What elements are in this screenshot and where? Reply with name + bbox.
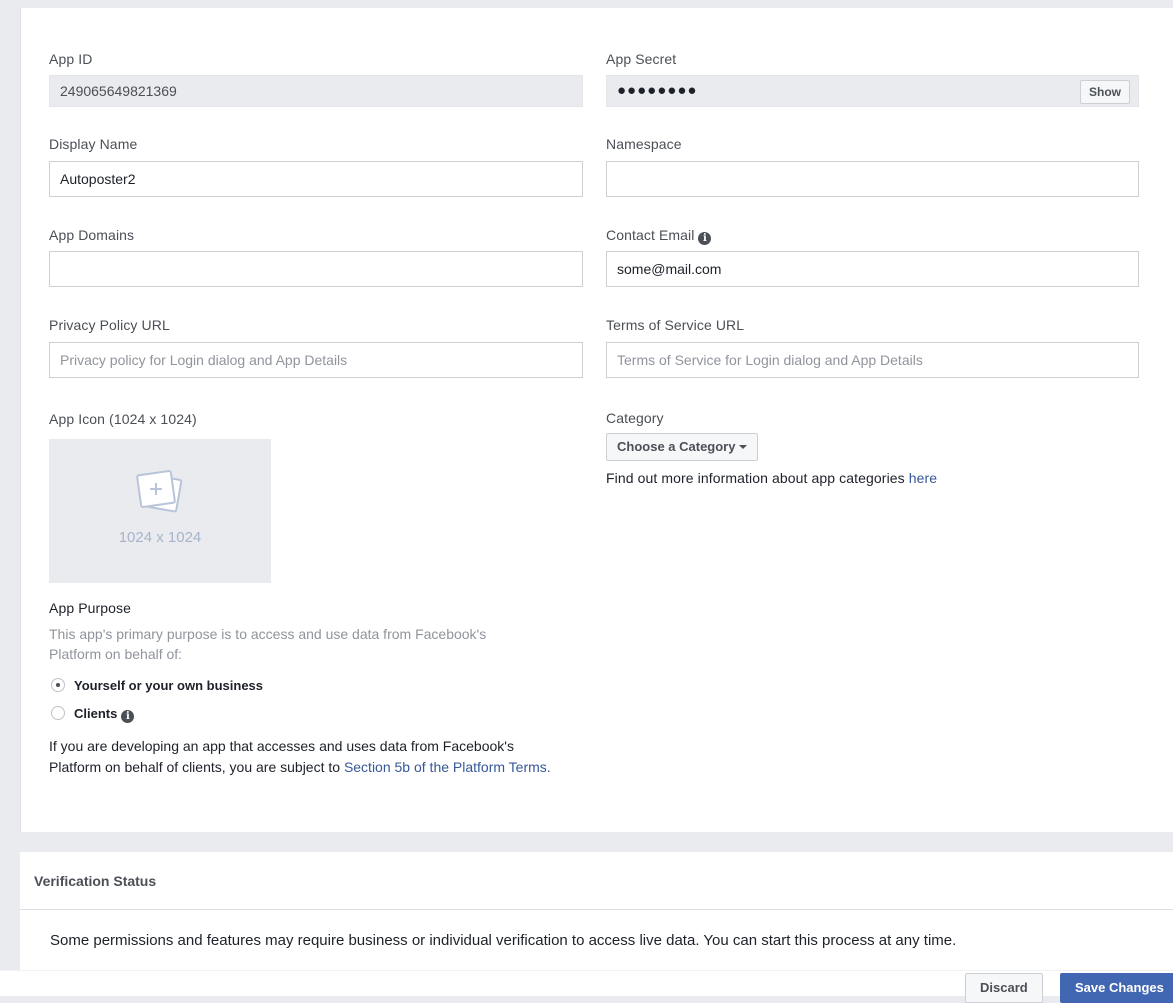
app-domains-input[interactable] (49, 251, 583, 287)
info-icon[interactable]: i (121, 710, 135, 723)
category-label: Category (606, 410, 664, 426)
caret-down-icon (739, 445, 748, 449)
app-secret-masked-value: ●●●●●●●● (617, 82, 698, 99)
category-info-text: Find out more information about app cate… (606, 470, 909, 486)
app-icon-label: App Icon (1024 x 1024) (49, 411, 197, 427)
image-add-icon (136, 470, 183, 513)
info-icon[interactable]: i (698, 232, 712, 245)
discard-button[interactable]: Discard (965, 973, 1043, 1003)
contact-email-label: Contact Email i (606, 227, 712, 245)
app-icon-size-text: 1024 x 1024 (118, 529, 202, 546)
top-strip (0, 0, 1173, 8)
show-secret-button[interactable]: Show (1080, 80, 1130, 104)
platform-terms-link[interactable]: Section 5b of the Platform Terms. (344, 759, 551, 775)
app-secret-label: App Secret (606, 51, 677, 67)
category-info-link[interactable]: here (909, 470, 937, 486)
display-name-input[interactable]: Autoposter2 (49, 161, 583, 197)
platform-terms-text: If you are developing an app that access… (49, 736, 569, 778)
app-domains-label: App Domains (49, 227, 135, 243)
save-changes-button[interactable]: Save Changes (1060, 973, 1173, 1003)
terms-of-service-url-label: Terms of Service URL (606, 317, 745, 333)
app-icon-upload[interactable]: 1024 x 1024 (49, 439, 271, 583)
app-id-field: 249065649821369 (49, 75, 583, 107)
purpose-option-yourself-label: Yourself or your own business (74, 678, 264, 693)
purpose-option-clients[interactable]: Clients i (51, 706, 135, 723)
app-id-label: App ID (49, 51, 93, 67)
terms-of-service-url-input[interactable]: Terms of Service for Login dialog and Ap… (606, 342, 1139, 378)
app-secret-field: ●●●●●●●● Show (606, 75, 1139, 107)
purpose-option-clients-label: Clients (74, 706, 118, 721)
radio-unselected-icon[interactable] (51, 706, 65, 720)
privacy-policy-url-input[interactable]: Privacy policy for Login dialog and App … (49, 342, 583, 378)
purpose-option-yourself[interactable]: Yourself or your own business (51, 678, 263, 693)
category-dropdown[interactable]: Choose a Category (606, 433, 759, 461)
category-info: Find out more information about app cate… (606, 470, 937, 486)
namespace-label: Namespace (606, 136, 682, 152)
radio-selected-icon[interactable] (51, 678, 65, 692)
verification-status-title: Verification Status (20, 852, 1173, 910)
app-purpose-label: App Purpose (49, 600, 132, 616)
verification-status-text: Some permissions and features may requir… (50, 932, 957, 949)
basic-settings-panel: App ID 249065649821369 App Secret ●●●●●●… (20, 8, 1173, 832)
display-name-label: Display Name (49, 136, 138, 152)
category-dropdown-label: Choose a Category (617, 439, 736, 454)
app-purpose-description: This app's primary purpose is to access … (49, 626, 487, 662)
contact-email-input[interactable]: some@mail.com (606, 251, 1139, 287)
privacy-policy-url-label: Privacy Policy URL (49, 317, 170, 333)
namespace-input[interactable] (606, 161, 1139, 197)
contact-email-label-text: Contact Email (606, 227, 695, 243)
